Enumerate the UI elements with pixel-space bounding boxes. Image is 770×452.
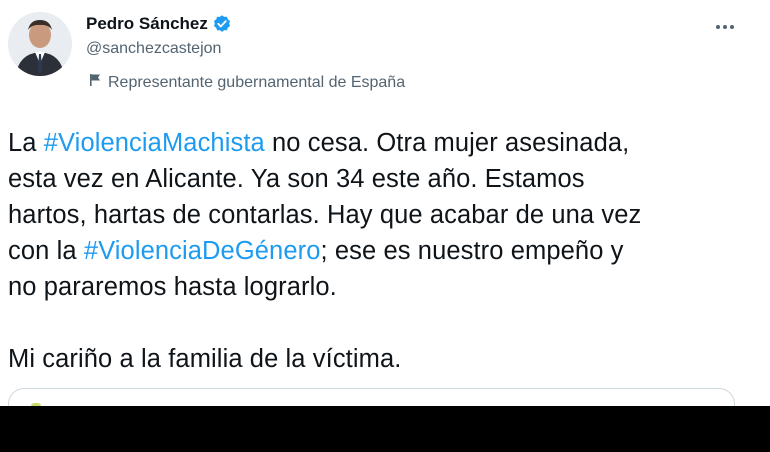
text-span: La <box>8 129 44 157</box>
black-overlay-bar <box>0 406 770 452</box>
avatar[interactable] <box>8 12 72 76</box>
author-name-row: Pedro Sánchez <box>86 14 232 34</box>
government-label[interactable]: Representante gubernamental de España <box>88 73 405 92</box>
hashtag-violencia-machista[interactable]: #ViolenciaMachista <box>44 129 265 157</box>
more-options-button[interactable] <box>710 12 740 42</box>
more-options-icon <box>716 25 720 29</box>
hashtag-violencia-de-genero[interactable]: #ViolenciaDeGénero <box>84 237 321 265</box>
tweet: Pedro Sánchez @sanchezcastejon Represent… <box>0 0 770 452</box>
text-span: no cesa. Otra mujer asesinada, <box>264 129 630 157</box>
text-span: con la <box>8 237 84 265</box>
tweet-line: La #ViolenciaMachista no cesa. Otra muje… <box>8 125 758 161</box>
tweet-line: no pararemos hasta lograrlo. <box>8 273 337 301</box>
tweet-line: con la #ViolenciaDeGénero; ese es nuestr… <box>8 233 758 269</box>
author-handle[interactable]: @sanchezcastejon <box>86 40 221 58</box>
more-dot <box>723 25 727 29</box>
flag-icon <box>88 73 102 92</box>
tweet-line: esta vez en Alicante. Ya son 34 este año… <box>8 165 585 193</box>
government-label-text: Representante gubernamental de España <box>108 73 406 91</box>
author-name[interactable]: Pedro Sánchez <box>86 14 208 34</box>
tweet-line: Mi cariño a la familia de la víctima. <box>8 345 402 373</box>
text-span: ; ese es nuestro empeño y <box>320 237 624 265</box>
verified-badge-icon[interactable] <box>212 14 232 34</box>
more-dot <box>730 25 734 29</box>
tweet-text: La #ViolenciaMachista no cesa. Otra muje… <box>8 125 758 377</box>
tweet-line: hartos, hartas de contarlas. Hay que aca… <box>8 201 642 229</box>
